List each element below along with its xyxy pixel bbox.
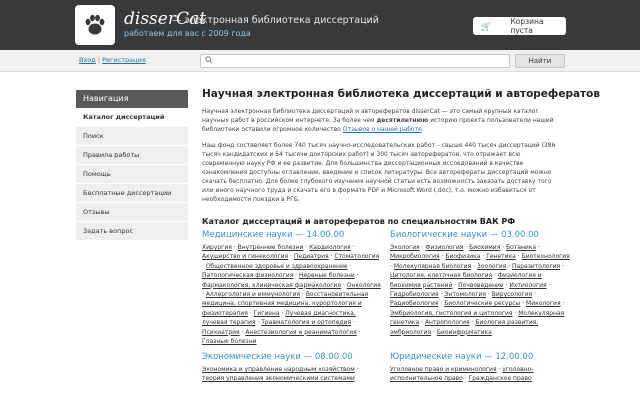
category-link[interactable]: Патологическая физиология [202,272,293,279]
cart-button[interactable]: 🛒 Корзина пуста [473,17,566,35]
category-link[interactable]: Гигиена [254,310,280,317]
site-tagline: — электронная библиотека диссертаций [172,15,379,26]
category-link[interactable]: Онкология [347,282,381,289]
paw-logo-icon[interactable] [75,5,115,45]
category-link[interactable]: Почвоведение [458,282,504,289]
category-link[interactable]: Биохимия [469,244,500,251]
section-title[interactable]: Экономические науки — 08.00.00 [202,352,382,362]
auth-links: Вход | Регистрация [79,56,146,64]
category-link[interactable]: Акушерство и гинекология [202,253,288,260]
cart-label: Корзина пуста [510,17,544,35]
category-link[interactable]: Энтомология [444,291,486,298]
catalog-columns: Медицинские науки — 14.00.00 Хирургия · … [202,230,570,400]
category-link[interactable]: Ихтиология [509,282,546,289]
catalog-heading: Каталог диссертаций и авторефератов по с… [202,217,516,226]
category-link[interactable]: Общественное здоровье и здравоохранение [206,263,348,270]
intro-paragraph: Научная электронная библиотека диссертац… [202,108,554,133]
search-bar-row: Вход | Регистрация Найти [0,50,640,72]
main-content: Научная электронная библиотека диссертац… [202,88,601,400]
register-link[interactable]: Регистрация [102,56,146,64]
category-link[interactable]: Физиология [425,244,463,251]
sidebar-item-rules[interactable]: Правила работы [76,146,188,165]
category-link[interactable]: Нервные болезни [299,272,355,279]
category-link[interactable]: Микология [526,300,561,307]
category-link[interactable]: Радиобиология [390,300,438,307]
category-link[interactable]: Внутренние болезни [238,244,304,251]
cart-icon: 🛒 [481,21,491,31]
catalog-section-economics: Экономические науки — 08.00.00 Экономика… [202,352,382,384]
category-link[interactable]: Биоинформатика [437,329,492,336]
category-link[interactable]: Кардиология [309,244,351,251]
auth-separator: | [97,56,101,64]
category-link[interactable]: Молекулярная биология [394,263,471,270]
category-link[interactable]: Биологические ресурсы [444,300,520,307]
reviews-link[interactable]: Отзывов о нашей работе [343,126,422,133]
category-link[interactable]: Хирургия [202,244,232,251]
sidebar-item-ask[interactable]: Задать вопрос [76,222,188,241]
category-link[interactable]: Микробиология [390,253,440,260]
category-link[interactable]: Цитология, клеточная биология [390,272,492,279]
login-link[interactable]: Вход [79,56,96,64]
category-link[interactable]: Генетика [486,253,516,260]
catalog-section-biology: Биологические науки — 03.00.00 Экология … [390,230,570,337]
category-link[interactable]: Вирусология [492,291,533,298]
category-link[interactable]: Психиатрия [202,329,240,336]
catalog-section-medicine: Медицинские науки — 14.00.00 Хирургия · … [202,230,382,346]
category-link[interactable]: Фармакология, клиническая фармакология [202,282,341,289]
category-link[interactable]: Ботаника [506,244,536,251]
sidebar-item-catalog[interactable]: Каталог диссертаций [76,108,188,127]
section-title[interactable]: Медицинские науки — 14.00.00 [202,230,382,240]
sidebar-item-free[interactable]: Бесплатные диссертации [76,184,188,203]
category-link[interactable]: Паразитология [512,263,560,270]
sidebar-item-help[interactable]: Помощь [76,165,188,184]
sidebar: Навигация Каталог диссертаций Поиск Прав… [76,90,188,241]
section-links: Экология · Физиология · Биохимия · Ботан… [390,244,570,336]
search-input[interactable] [217,57,497,65]
category-link[interactable]: Антропология [425,319,470,326]
category-link[interactable]: Аллергология и иммунология [206,291,300,298]
search-button[interactable]: Найти [515,54,565,68]
category-link[interactable]: Уголовное право и криминология [390,366,497,373]
search-field[interactable] [200,54,510,68]
category-link[interactable]: Анестезиология и реаниматология [245,329,356,336]
category-link[interactable]: Стоматология [334,253,379,260]
category-link[interactable]: Гражданское право [469,375,532,382]
sidebar-item-reviews[interactable]: Отзывы [76,203,188,222]
section-links: Хирургия · Внутренние болезни · Кардиоло… [202,244,381,346]
section-links: Экономика и управление народным хозяйств… [202,366,359,383]
sidebar-title: Навигация [76,90,188,108]
category-link[interactable]: Экономика и управление народным хозяйств… [202,366,355,373]
section-title[interactable]: Юридические науки — 12.00.00 [390,352,570,362]
category-link[interactable]: Экология [390,244,420,251]
category-link[interactable]: теория управления экономическими система… [202,375,355,382]
section-title[interactable]: Биологические науки — 03.00.00 [390,230,570,240]
category-link[interactable]: Педиатрия [294,253,329,260]
category-link[interactable]: Биофизика [445,253,480,260]
section-links: Уголовное право и криминология · уголовн… [390,366,534,383]
category-link[interactable]: Биотехнология [522,253,570,260]
category-link[interactable]: Зоология [477,263,506,270]
site-header: disserCat — электронная библиотека диссе… [0,0,640,50]
page-title: Научная электронная библиотека диссертац… [202,88,601,100]
catalog-section-law: Юридические науки — 12.00.00 Уголовное п… [390,352,570,384]
search-icon [205,56,213,66]
category-link[interactable]: Эмбриология, гистология и цитология [390,310,513,317]
category-link[interactable]: Травматология и ортопедия [261,319,351,326]
fund-paragraph: Наш фонд составляет более 740 тысяч науч… [202,142,556,203]
site-subtagline: работаем для вас с 2009 года [124,29,251,38]
category-link[interactable]: Глазные болезни [202,338,257,345]
sidebar-item-search[interactable]: Поиск [76,127,188,146]
category-link[interactable]: Гидробиология [390,291,439,298]
